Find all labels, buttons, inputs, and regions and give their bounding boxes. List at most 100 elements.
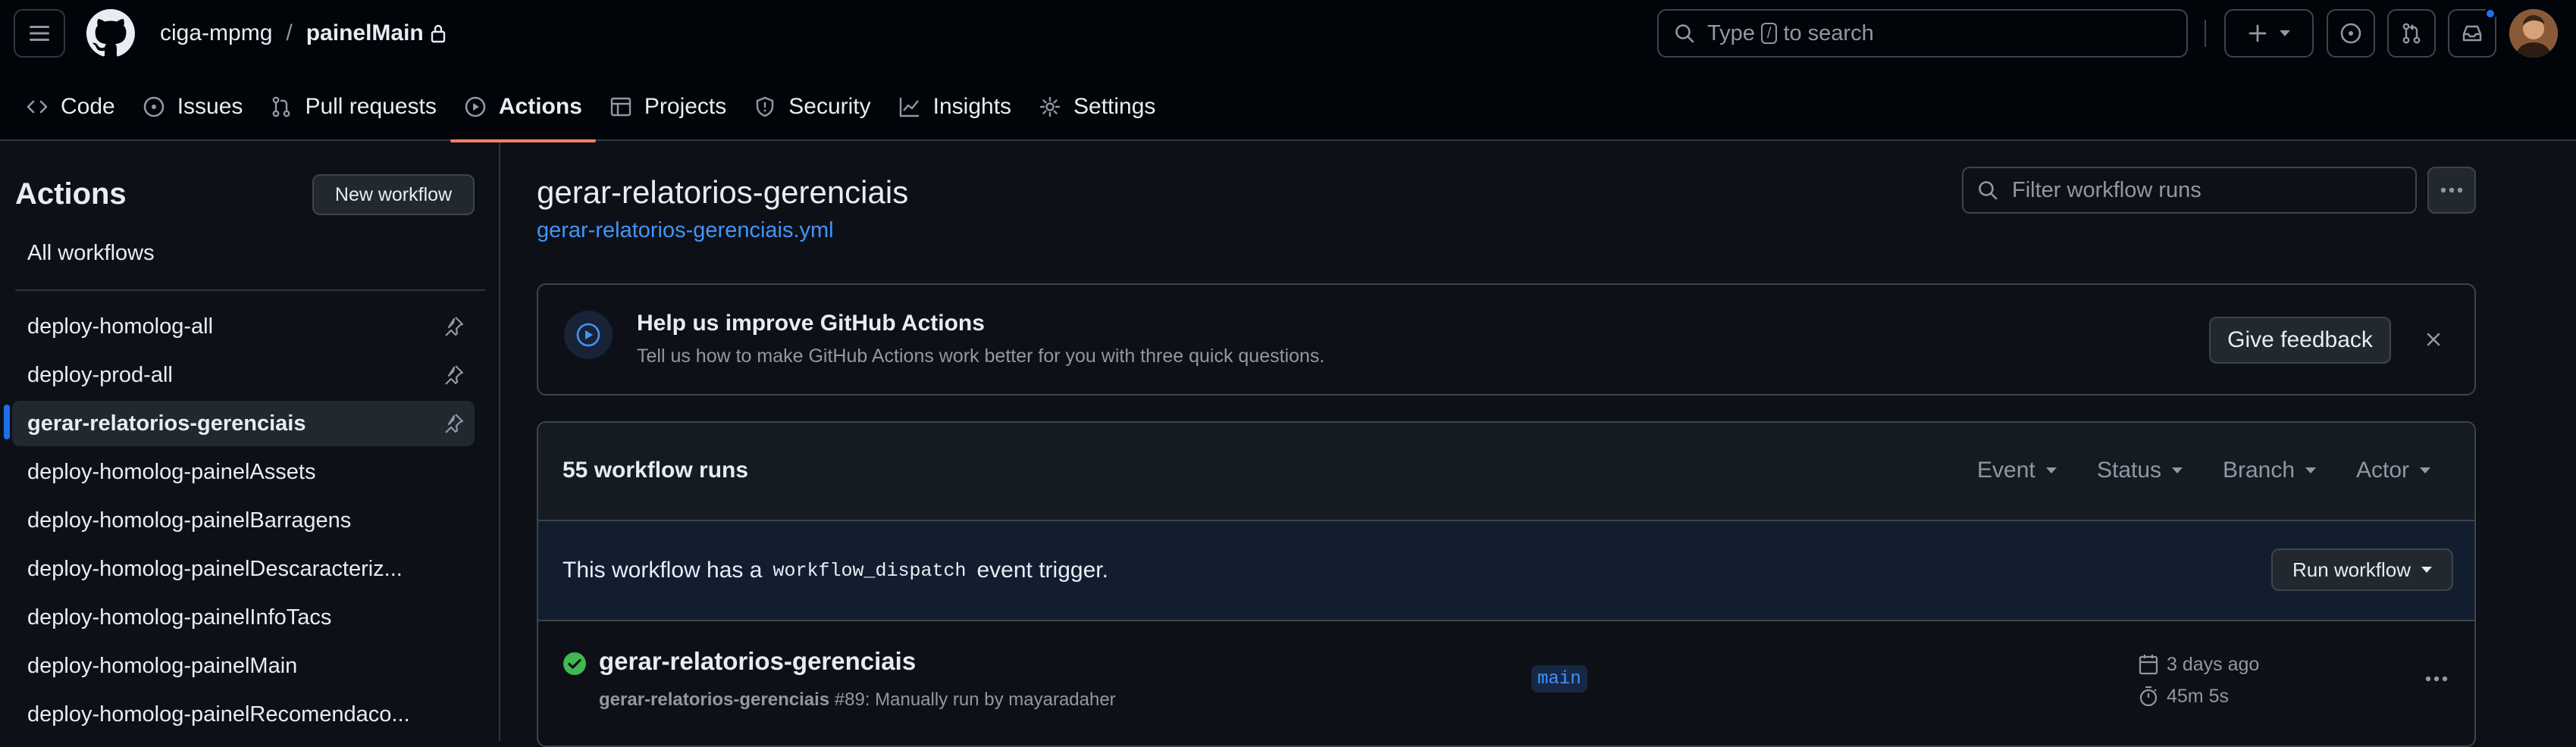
filter-placeholder: Filter workflow runs bbox=[2012, 177, 2202, 202]
tab-projects[interactable]: Projects bbox=[596, 73, 740, 141]
tab-insights[interactable]: Insights bbox=[885, 73, 1025, 141]
dispatch-message: This workflow has a workflow_dispatch ev… bbox=[563, 558, 1108, 583]
all-workflows-link[interactable]: All workflows bbox=[27, 241, 155, 266]
close-icon[interactable] bbox=[2418, 324, 2449, 355]
tab-pull-requests[interactable]: Pull requests bbox=[256, 73, 450, 141]
tab-settings[interactable]: Settings bbox=[1025, 73, 1169, 141]
active-indicator bbox=[4, 405, 10, 439]
table-icon bbox=[610, 97, 631, 117]
search-icon bbox=[1979, 181, 1998, 200]
runs-header: 55 workflow runs Event Status Branch Act… bbox=[538, 423, 2474, 521]
filter-event-dropdown[interactable]: Event bbox=[1977, 458, 2057, 483]
sidebar-workflow-item[interactable]: deploy-homolog-painelMain bbox=[12, 643, 475, 689]
run-menu-button[interactable] bbox=[2418, 665, 2455, 692]
triangle-down-icon bbox=[2280, 30, 2290, 36]
sidebar-workflow-item[interactable]: deploy-homolog-painelInfoTacs bbox=[12, 595, 475, 640]
workflow-item-label: deploy-homolog-painelBarragens bbox=[27, 508, 352, 533]
sidebar-workflow-item[interactable]: deploy-homolog-all bbox=[12, 304, 475, 349]
repo-nav: Code Issues Pull requests Actions Projec… bbox=[12, 73, 1169, 142]
tab-security[interactable]: Security bbox=[740, 73, 884, 141]
search-placeholder-suffix: to search bbox=[1783, 20, 1874, 45]
kebab-horizontal-icon bbox=[2425, 676, 2448, 682]
feedback-title: Help us improve GitHub Actions bbox=[637, 311, 985, 336]
tab-label: Code bbox=[61, 94, 115, 119]
filter-actor-dropdown[interactable]: Actor bbox=[2356, 458, 2431, 483]
breadcrumb-owner-link[interactable]: ciga-mpmg bbox=[160, 20, 272, 46]
workflow-item-label: deploy-homolog-painelMain bbox=[27, 653, 298, 678]
workflow-item-label: deploy-homolog-all bbox=[27, 314, 214, 339]
tab-label: Actions bbox=[498, 94, 582, 119]
tab-label: Settings bbox=[1073, 94, 1156, 119]
run-duration: 45m 5s bbox=[2138, 685, 2229, 708]
workflow-menu-button[interactable] bbox=[2427, 167, 2476, 214]
your-pull-requests-button[interactable] bbox=[2387, 9, 2436, 58]
filter-branch-dropdown[interactable]: Branch bbox=[2223, 458, 2317, 483]
triangle-down-icon bbox=[2045, 467, 2057, 474]
shield-icon bbox=[757, 96, 774, 117]
tab-code[interactable]: Code bbox=[12, 73, 129, 141]
filter-label: Event bbox=[1977, 458, 2035, 483]
kebab-horizontal-icon bbox=[2440, 187, 2463, 193]
workflow-item-label: deploy-homolog-painelInfoTacs bbox=[27, 605, 332, 630]
sidebar-workflow-item[interactable]: deploy-homolog-painelRecomendaco... bbox=[12, 692, 475, 737]
tab-label: Projects bbox=[644, 94, 727, 119]
workflow-item-label: deploy-homolog-painelRecomendaco... bbox=[27, 702, 410, 727]
filter-workflow-runs-input[interactable]: Filter workflow runs bbox=[1962, 167, 2417, 214]
plus-icon bbox=[2249, 24, 2267, 42]
workflow-run-row[interactable]: gerar-relatorios-gerenciais gerar-relato… bbox=[538, 621, 2474, 745]
run-workflow-button[interactable]: Run workflow bbox=[2271, 549, 2453, 591]
breadcrumb: ciga-mpmg / painelMain bbox=[160, 18, 447, 48]
sidebar-workflow-item[interactable]: deploy-homolog-painelDescaracteriz... bbox=[12, 546, 475, 592]
tab-label: Security bbox=[788, 94, 871, 119]
new-workflow-button[interactable]: New workflow bbox=[312, 174, 475, 215]
workflow-dispatch-banner: This workflow has a workflow_dispatch ev… bbox=[538, 521, 2474, 621]
feedback-description: Tell us how to make GitHub Actions work … bbox=[637, 345, 1325, 367]
run-meta: gerar-relatorios-gerenciais #89: Manuall… bbox=[599, 689, 1116, 711]
play-icon bbox=[465, 96, 486, 117]
sidebar-title: Actions bbox=[15, 177, 127, 211]
create-new-button[interactable] bbox=[2224, 9, 2314, 58]
workflow-item-label: deploy-homolog-painelDescaracteriz... bbox=[27, 556, 403, 581]
breadcrumb-separator: / bbox=[286, 20, 293, 45]
play-icon bbox=[564, 311, 613, 359]
give-feedback-button[interactable]: Give feedback bbox=[2209, 317, 2391, 364]
run-title-link[interactable]: gerar-relatorios-gerenciais bbox=[599, 647, 916, 676]
sidebar-workflow-item[interactable]: deploy-prod-all bbox=[12, 352, 475, 398]
dispatch-event-code: workflow_dispatch bbox=[772, 559, 967, 582]
pin-icon[interactable] bbox=[441, 314, 465, 339]
unread-notification-dot bbox=[2484, 8, 2496, 20]
header-divider bbox=[2205, 20, 2206, 47]
workflow-item-label: deploy-prod-all bbox=[27, 362, 173, 387]
search-placeholder-prefix: Type bbox=[1707, 20, 1755, 45]
filter-status-dropdown[interactable]: Status bbox=[2097, 458, 2183, 483]
tab-issues[interactable]: Issues bbox=[129, 73, 257, 141]
run-workflow-name: gerar-relatorios-gerenciais bbox=[599, 689, 830, 710]
triangle-down-icon bbox=[2421, 567, 2433, 573]
tab-label: Insights bbox=[932, 94, 1012, 119]
hamburger-menu-button[interactable] bbox=[14, 9, 65, 58]
sidebar-workflow-item[interactable]: deploy-homolog-painelAssets bbox=[12, 449, 475, 495]
tab-label: Issues bbox=[177, 94, 243, 119]
filter-label: Branch bbox=[2223, 458, 2296, 483]
your-issues-button[interactable] bbox=[2327, 9, 2375, 58]
triangle-down-icon bbox=[2305, 467, 2317, 474]
global-search-input[interactable]: Type / to search bbox=[1657, 9, 2188, 58]
issue-opened-icon bbox=[2340, 23, 2361, 44]
tab-actions[interactable]: Actions bbox=[450, 73, 596, 142]
run-date: 3 days ago bbox=[2138, 653, 2259, 676]
workflow-file-link[interactable]: gerar-relatorios-gerenciais.yml bbox=[537, 218, 834, 243]
git-pull-request-icon bbox=[2402, 23, 2421, 44]
pin-icon[interactable] bbox=[441, 411, 465, 436]
gear-icon bbox=[1039, 96, 1061, 117]
pin-icon[interactable] bbox=[441, 363, 465, 387]
breadcrumb-repo-link[interactable]: painelMain bbox=[306, 20, 424, 46]
user-avatar[interactable] bbox=[2509, 9, 2558, 58]
branch-label[interactable]: main bbox=[1531, 665, 1587, 692]
filter-label: Actor bbox=[2356, 458, 2410, 483]
sidebar-workflow-item-active[interactable]: gerar-relatorios-gerenciais bbox=[12, 401, 475, 446]
github-logo-icon[interactable] bbox=[86, 9, 135, 58]
search-icon bbox=[1675, 24, 1694, 43]
run-date-text: 3 days ago bbox=[2167, 653, 2260, 675]
sidebar-workflow-item[interactable]: deploy-homolog-painelBarragens bbox=[12, 498, 475, 543]
workflow-item-label: gerar-relatorios-gerenciais bbox=[27, 411, 306, 436]
